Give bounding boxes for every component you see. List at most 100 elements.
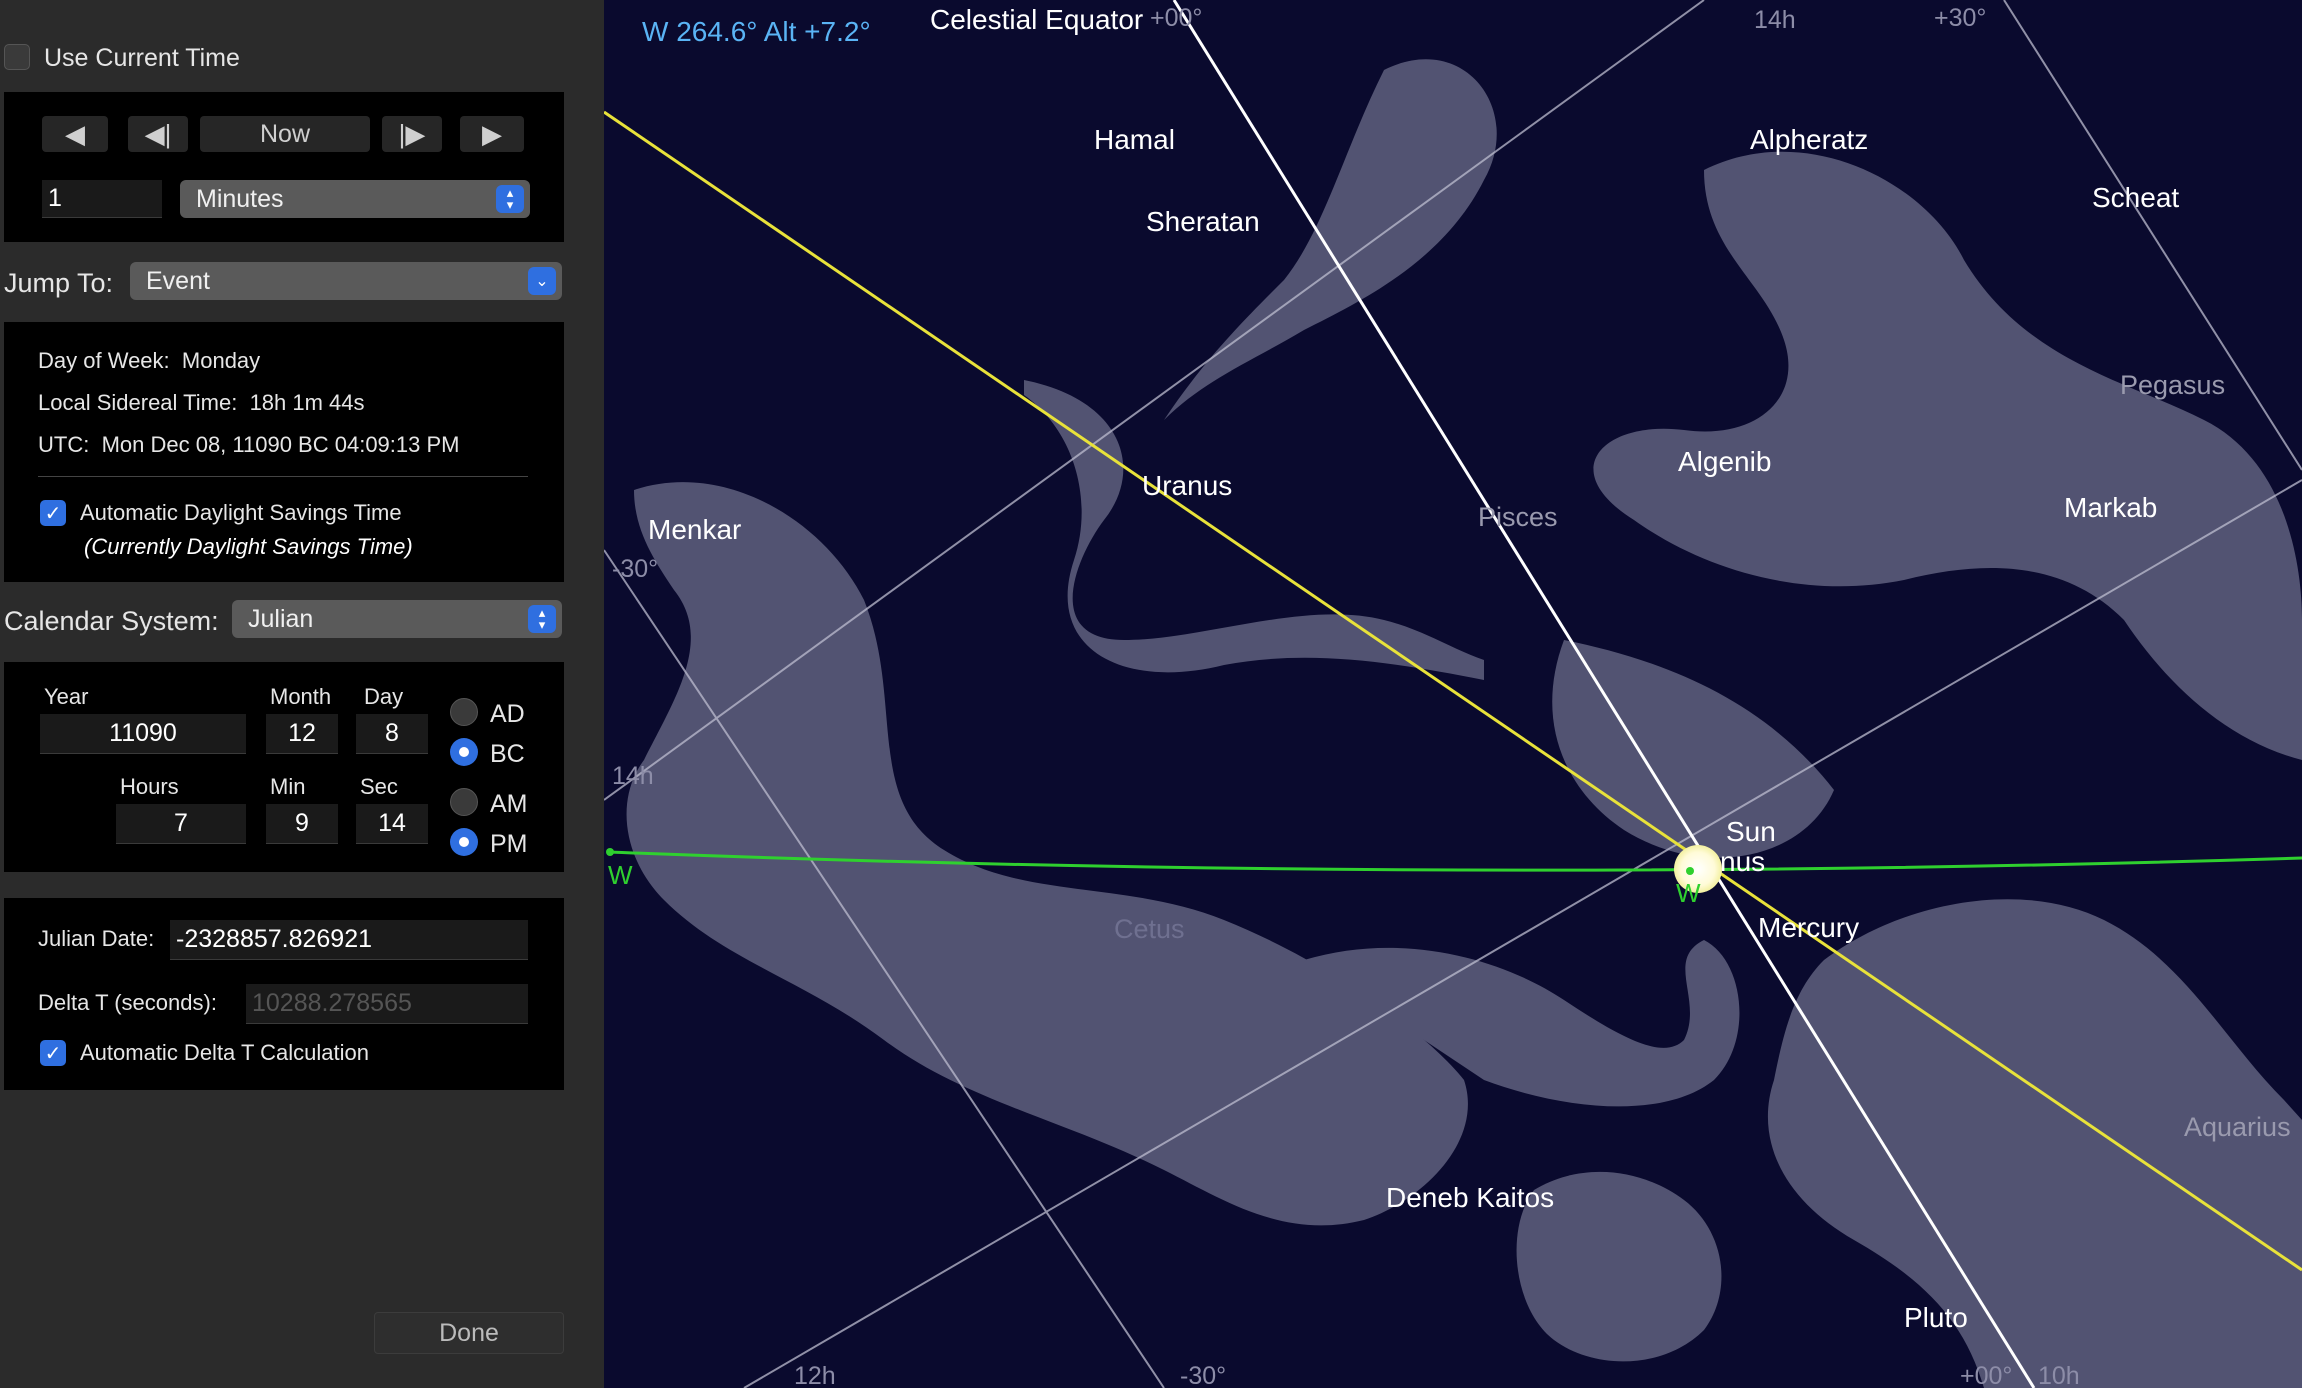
- delta-t-label: Delta T (seconds):: [38, 990, 217, 1015]
- day-of-week-label: Day of Week:: [38, 348, 170, 373]
- chevron-down-icon: ⌄: [528, 267, 556, 295]
- star-label-menkar[interactable]: Menkar: [648, 514, 741, 546]
- grid-label-left-14h: 14h: [612, 762, 654, 790]
- pisces-lower-fish-art: [1552, 640, 1834, 858]
- utc-label: UTC:: [38, 432, 90, 457]
- hours-label: Hours: [120, 774, 179, 799]
- step-controls-block: ◀ ◀| Now |▶ ▶ 1 Minutes ▴ ▾: [4, 92, 564, 242]
- day-of-week-value: Monday: [181, 348, 261, 373]
- month-value: 12: [288, 719, 316, 747]
- pm-label: PM: [490, 830, 528, 858]
- constellation-label-pisces: Pisces: [1478, 502, 1558, 532]
- date-fields-block: Year 11090 Month 12 Day 8 Hours 7 Min 9 …: [4, 662, 564, 872]
- jump-to-select[interactable]: Event ⌄: [130, 262, 562, 300]
- coordinate-readout: W 264.6° Alt +7.2°: [642, 16, 871, 47]
- grid-label-top-30: +30°: [1934, 4, 1987, 32]
- julian-date-label: Julian Date:: [38, 926, 155, 951]
- step-unit-select[interactable]: Minutes ▴ ▾: [180, 180, 530, 218]
- grid-label-bottom-00: +00°: [1960, 1362, 2013, 1388]
- star-label-scheat[interactable]: Scheat: [2092, 182, 2179, 214]
- jump-to-value: Event: [146, 266, 210, 295]
- year-input[interactable]: 11090: [40, 714, 246, 754]
- star-label-alpheratz[interactable]: Alpheratz: [1750, 124, 1868, 156]
- sidereal-row: Local Sidereal Time: 18h 1m 44s: [38, 390, 365, 416]
- julian-date-input[interactable]: -2328857.826921: [170, 920, 528, 960]
- horizon-west-label-center: W: [1676, 878, 1701, 908]
- dst-label: Automatic Daylight Savings Time: [80, 500, 402, 525]
- step-back-icon: ◀|: [144, 118, 172, 149]
- jump-to-label: Jump To:: [4, 268, 114, 298]
- planet-label-sun[interactable]: Sun: [1726, 816, 1776, 848]
- day-input[interactable]: 8: [356, 714, 428, 754]
- horizon-west-marker-left: [606, 848, 614, 856]
- step-forward-button[interactable]: |▶: [382, 116, 442, 152]
- sec-input[interactable]: 14: [356, 804, 428, 844]
- min-label: Min: [270, 774, 306, 799]
- grid-label-top-14h: 14h: [1754, 6, 1796, 34]
- julian-date-value: -2328857.826921: [176, 925, 373, 953]
- star-label-algenib[interactable]: Algenib: [1678, 446, 1771, 478]
- step-value-input[interactable]: 1: [42, 180, 162, 218]
- day-label: Day: [364, 684, 404, 709]
- play-icon: ▶: [482, 118, 502, 149]
- star-label-deneb-kaitos[interactable]: Deneb Kaitos: [1386, 1182, 1554, 1214]
- play-button[interactable]: ▶: [460, 116, 524, 152]
- grid-label-bottom-10h: 10h: [2038, 1362, 2080, 1388]
- pisces-cord-art: [1024, 380, 1484, 680]
- am-radio[interactable]: [450, 788, 478, 816]
- date-time-panel: Use Current Time ◀ ◀| Now |▶ ▶ 1 Minutes…: [0, 0, 604, 1388]
- pm-radio[interactable]: [450, 828, 478, 856]
- planet-label-pluto[interactable]: Pluto: [1904, 1302, 1968, 1334]
- star-label-markab[interactable]: Markab: [2064, 492, 2157, 524]
- sidereal-label: Local Sidereal Time:: [38, 390, 238, 415]
- star-label-hamal[interactable]: Hamal: [1094, 124, 1175, 156]
- sec-value: 14: [378, 809, 406, 837]
- day-value: 8: [385, 719, 399, 747]
- cetus-art: [626, 482, 1468, 1226]
- done-button[interactable]: Done: [374, 1312, 564, 1354]
- julian-block: Julian Date: -2328857.826921 Delta T (se…: [4, 898, 564, 1090]
- constellation-label-aquarius: Aquarius: [2184, 1112, 2291, 1142]
- hours-value: 7: [174, 809, 188, 837]
- now-button[interactable]: Now: [200, 116, 370, 152]
- bc-radio[interactable]: [450, 738, 478, 766]
- year-label: Year: [44, 684, 89, 709]
- rewind-icon: ◀: [65, 118, 85, 149]
- utc-value: Mon Dec 08, 11090 BC 04:09:13 PM: [101, 432, 460, 457]
- calendar-system-select[interactable]: Julian ▴ ▾: [232, 600, 562, 638]
- hours-input[interactable]: 7: [116, 804, 246, 844]
- use-current-time-checkbox[interactable]: [4, 44, 30, 70]
- aquarius-art: [1767, 899, 2302, 1388]
- dst-checkbox[interactable]: ✓: [40, 500, 66, 526]
- rewind-button[interactable]: ◀: [42, 116, 108, 152]
- step-back-button[interactable]: ◀|: [128, 116, 188, 152]
- year-value: 11090: [109, 719, 177, 747]
- auto-delta-t-label: Automatic Delta T Calculation: [80, 1040, 369, 1065]
- grid-line-ra-14h: [604, 0, 1705, 801]
- star-label-sheratan[interactable]: Sheratan: [1146, 206, 1260, 238]
- horizon-west-label-left: W: [608, 860, 633, 890]
- pisces-upper-fish-art: [1164, 59, 1497, 420]
- min-input[interactable]: 9: [266, 804, 338, 844]
- planet-label-venus-partial[interactable]: nus: [1720, 846, 1765, 878]
- horizon-west-marker-center: [1686, 867, 1694, 875]
- calendar-system-value: Julian: [248, 604, 314, 633]
- sky-chart[interactable]: W 264.6° Alt +7.2° Celestial Equator +00…: [604, 0, 2302, 1388]
- stepper-arrows-icon: ▴ ▾: [496, 185, 524, 213]
- month-input[interactable]: 12: [266, 714, 338, 754]
- step-value-text: 1: [48, 184, 62, 212]
- ad-radio[interactable]: [450, 698, 478, 726]
- dst-note: (Currently Daylight Savings Time): [84, 534, 413, 559]
- am-label: AM: [490, 790, 528, 818]
- planet-label-mercury[interactable]: Mercury: [1758, 912, 1859, 944]
- auto-delta-t-checkbox[interactable]: ✓: [40, 1040, 66, 1066]
- sky-artwork: [604, 0, 2302, 1388]
- planet-label-uranus[interactable]: Uranus: [1142, 470, 1232, 502]
- grid-label-bottom-m30: -30°: [1180, 1362, 1227, 1388]
- constellation-label-pegasus: Pegasus: [2120, 370, 2226, 400]
- grid-label-left-m30: -30°: [612, 555, 659, 583]
- bc-label: BC: [490, 740, 525, 768]
- calendar-system-label: Calendar System:: [4, 606, 219, 636]
- stepper-arrows-icon: ▴ ▾: [528, 605, 556, 633]
- constellation-label-cetus: Cetus: [1114, 914, 1185, 944]
